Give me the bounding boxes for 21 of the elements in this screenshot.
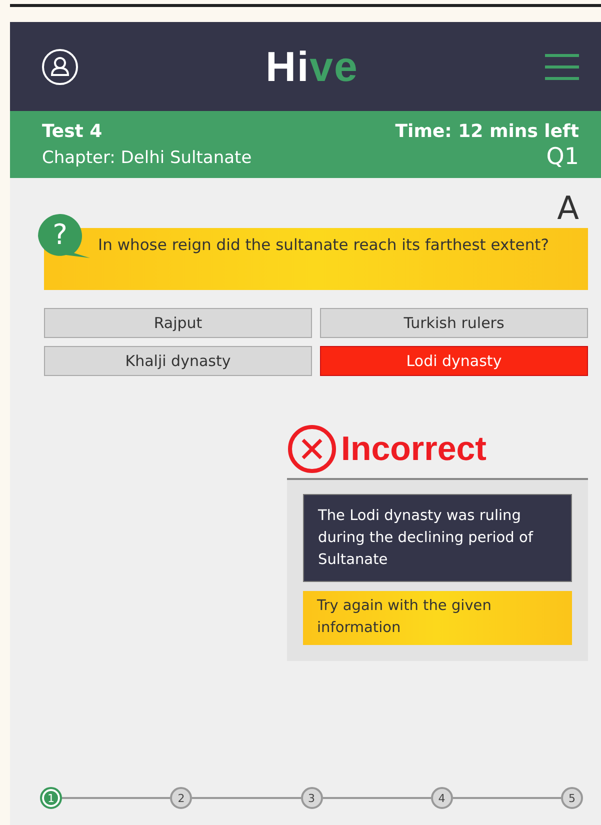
step-indicator[interactable]: 3 [300, 787, 322, 809]
timer-label: Time: 12 mins left [395, 121, 579, 142]
step-indicator[interactable]: 4 [430, 787, 453, 809]
answer-option[interactable]: Rajput [44, 308, 312, 338]
hint-text: Try again with the given information [303, 591, 572, 645]
corner-label: A [557, 192, 579, 224]
menu-icon[interactable] [545, 52, 579, 80]
chapter-label: Chapter: Delhi Sultanate [42, 148, 252, 168]
result-label: Incorrect [341, 430, 486, 468]
answer-option[interactable]: Turkish rulers [320, 308, 588, 338]
step-indicator[interactable]: 1 [40, 787, 62, 809]
answer-option[interactable]: Khalji dynasty [44, 346, 312, 376]
step-indicator[interactable]: 5 [561, 787, 583, 809]
app-logo: Hive [266, 42, 358, 90]
close-circle-icon [287, 424, 337, 474]
answer-option[interactable]: Lodi dynasty [320, 346, 588, 376]
profile-icon[interactable] [41, 48, 79, 86]
step-indicator[interactable]: 2 [170, 787, 192, 809]
question-number: Q1 [546, 144, 579, 170]
test-title: Test 4 [42, 121, 104, 142]
explanation-text: The Lodi dynasty was ruling during the declining period of Sultanate [303, 494, 572, 582]
